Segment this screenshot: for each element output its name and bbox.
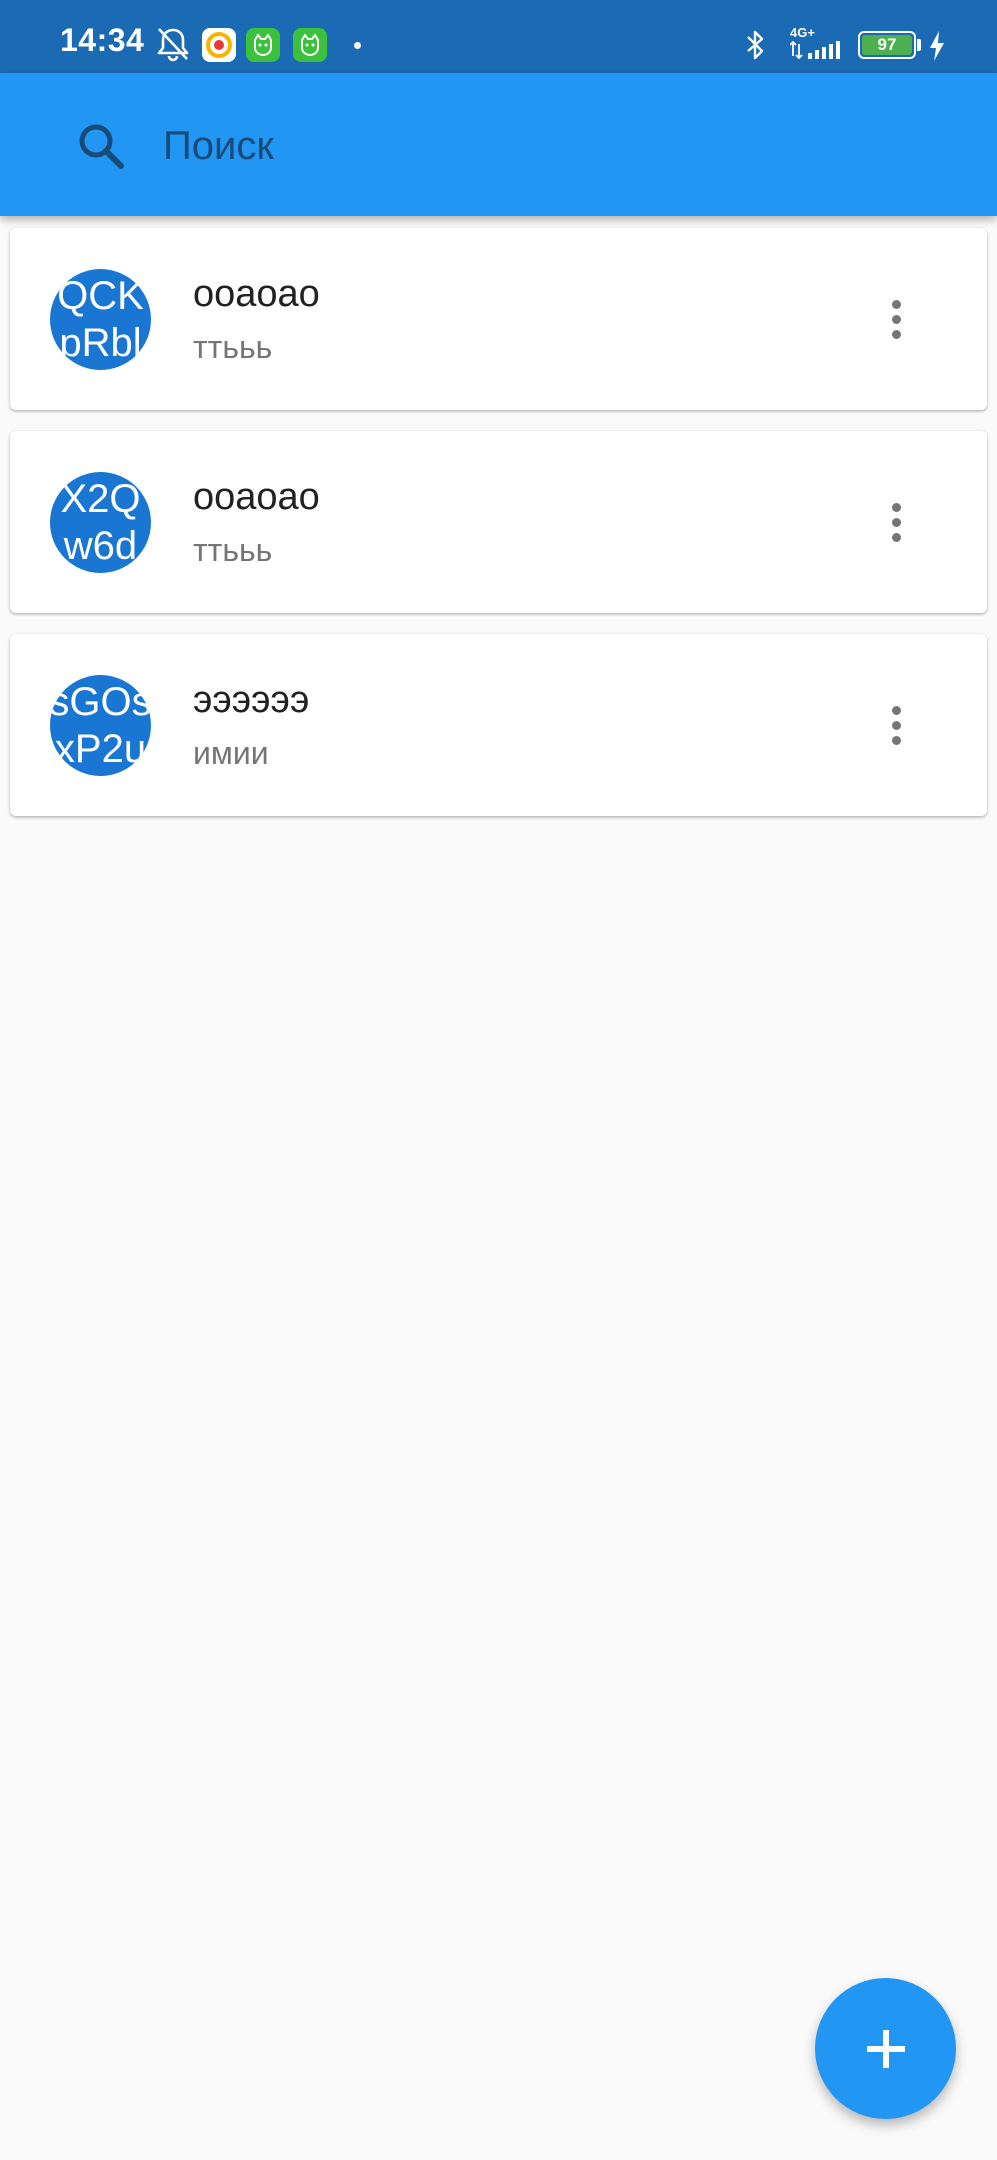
signal-icon bbox=[790, 40, 840, 60]
list-item[interactable]: X2Q w6d ооаоао ттььь bbox=[10, 431, 987, 613]
list-item[interactable]: QCK pRbl ооаоао ттььь bbox=[10, 228, 987, 410]
more-options-button[interactable] bbox=[856, 279, 936, 359]
battery-cap bbox=[917, 39, 921, 51]
status-bar: 14:34 4G+ 97 bbox=[0, 0, 997, 73]
network-type: 4G+ bbox=[790, 25, 815, 40]
charging-icon bbox=[930, 31, 944, 61]
avatar-text: xP2u bbox=[54, 726, 147, 771]
search-input[interactable] bbox=[163, 113, 923, 179]
more-vert-icon bbox=[891, 502, 901, 512]
avatar-text: sGOs bbox=[50, 679, 151, 724]
avatar: QCK pRbl bbox=[50, 269, 151, 370]
more-vert-icon bbox=[891, 705, 901, 715]
more-options-button[interactable] bbox=[856, 482, 936, 562]
avatar-text: w6d bbox=[63, 523, 138, 568]
battery-icon: 97 bbox=[858, 31, 916, 59]
item-subtitle: ттььь bbox=[193, 329, 273, 365]
item-title: ооаоао bbox=[193, 273, 320, 315]
list-item[interactable]: sGOs xP2u ээээээ имии bbox=[10, 634, 987, 816]
avatar: X2Q w6d bbox=[50, 472, 151, 573]
item-subtitle: ттььь bbox=[193, 532, 273, 568]
bluetooth-icon bbox=[747, 30, 764, 60]
item-title: ооаоао bbox=[193, 476, 320, 518]
add-button[interactable] bbox=[815, 1978, 956, 2119]
battery-level: 97 bbox=[862, 35, 912, 55]
more-vert-icon bbox=[891, 299, 901, 309]
avatar-text: QCK bbox=[57, 273, 144, 318]
item-subtitle: имии bbox=[193, 735, 269, 771]
more-options-button[interactable] bbox=[856, 685, 936, 765]
music-app-icon bbox=[202, 28, 236, 62]
dot-icon bbox=[354, 42, 361, 49]
status-time: 14:34 bbox=[60, 22, 145, 58]
plus-icon bbox=[866, 2029, 905, 2068]
avatar-text: X2Q bbox=[60, 476, 141, 521]
bell-off-icon bbox=[157, 28, 189, 62]
cat-app-icon bbox=[246, 28, 280, 62]
item-title: ээээээ bbox=[193, 679, 310, 721]
avatar-text: pRbl bbox=[59, 320, 142, 365]
avatar: sGOs xP2u bbox=[50, 675, 151, 776]
cat-app-icon bbox=[293, 28, 327, 62]
search-icon[interactable] bbox=[76, 121, 126, 171]
app-bar bbox=[0, 73, 997, 216]
